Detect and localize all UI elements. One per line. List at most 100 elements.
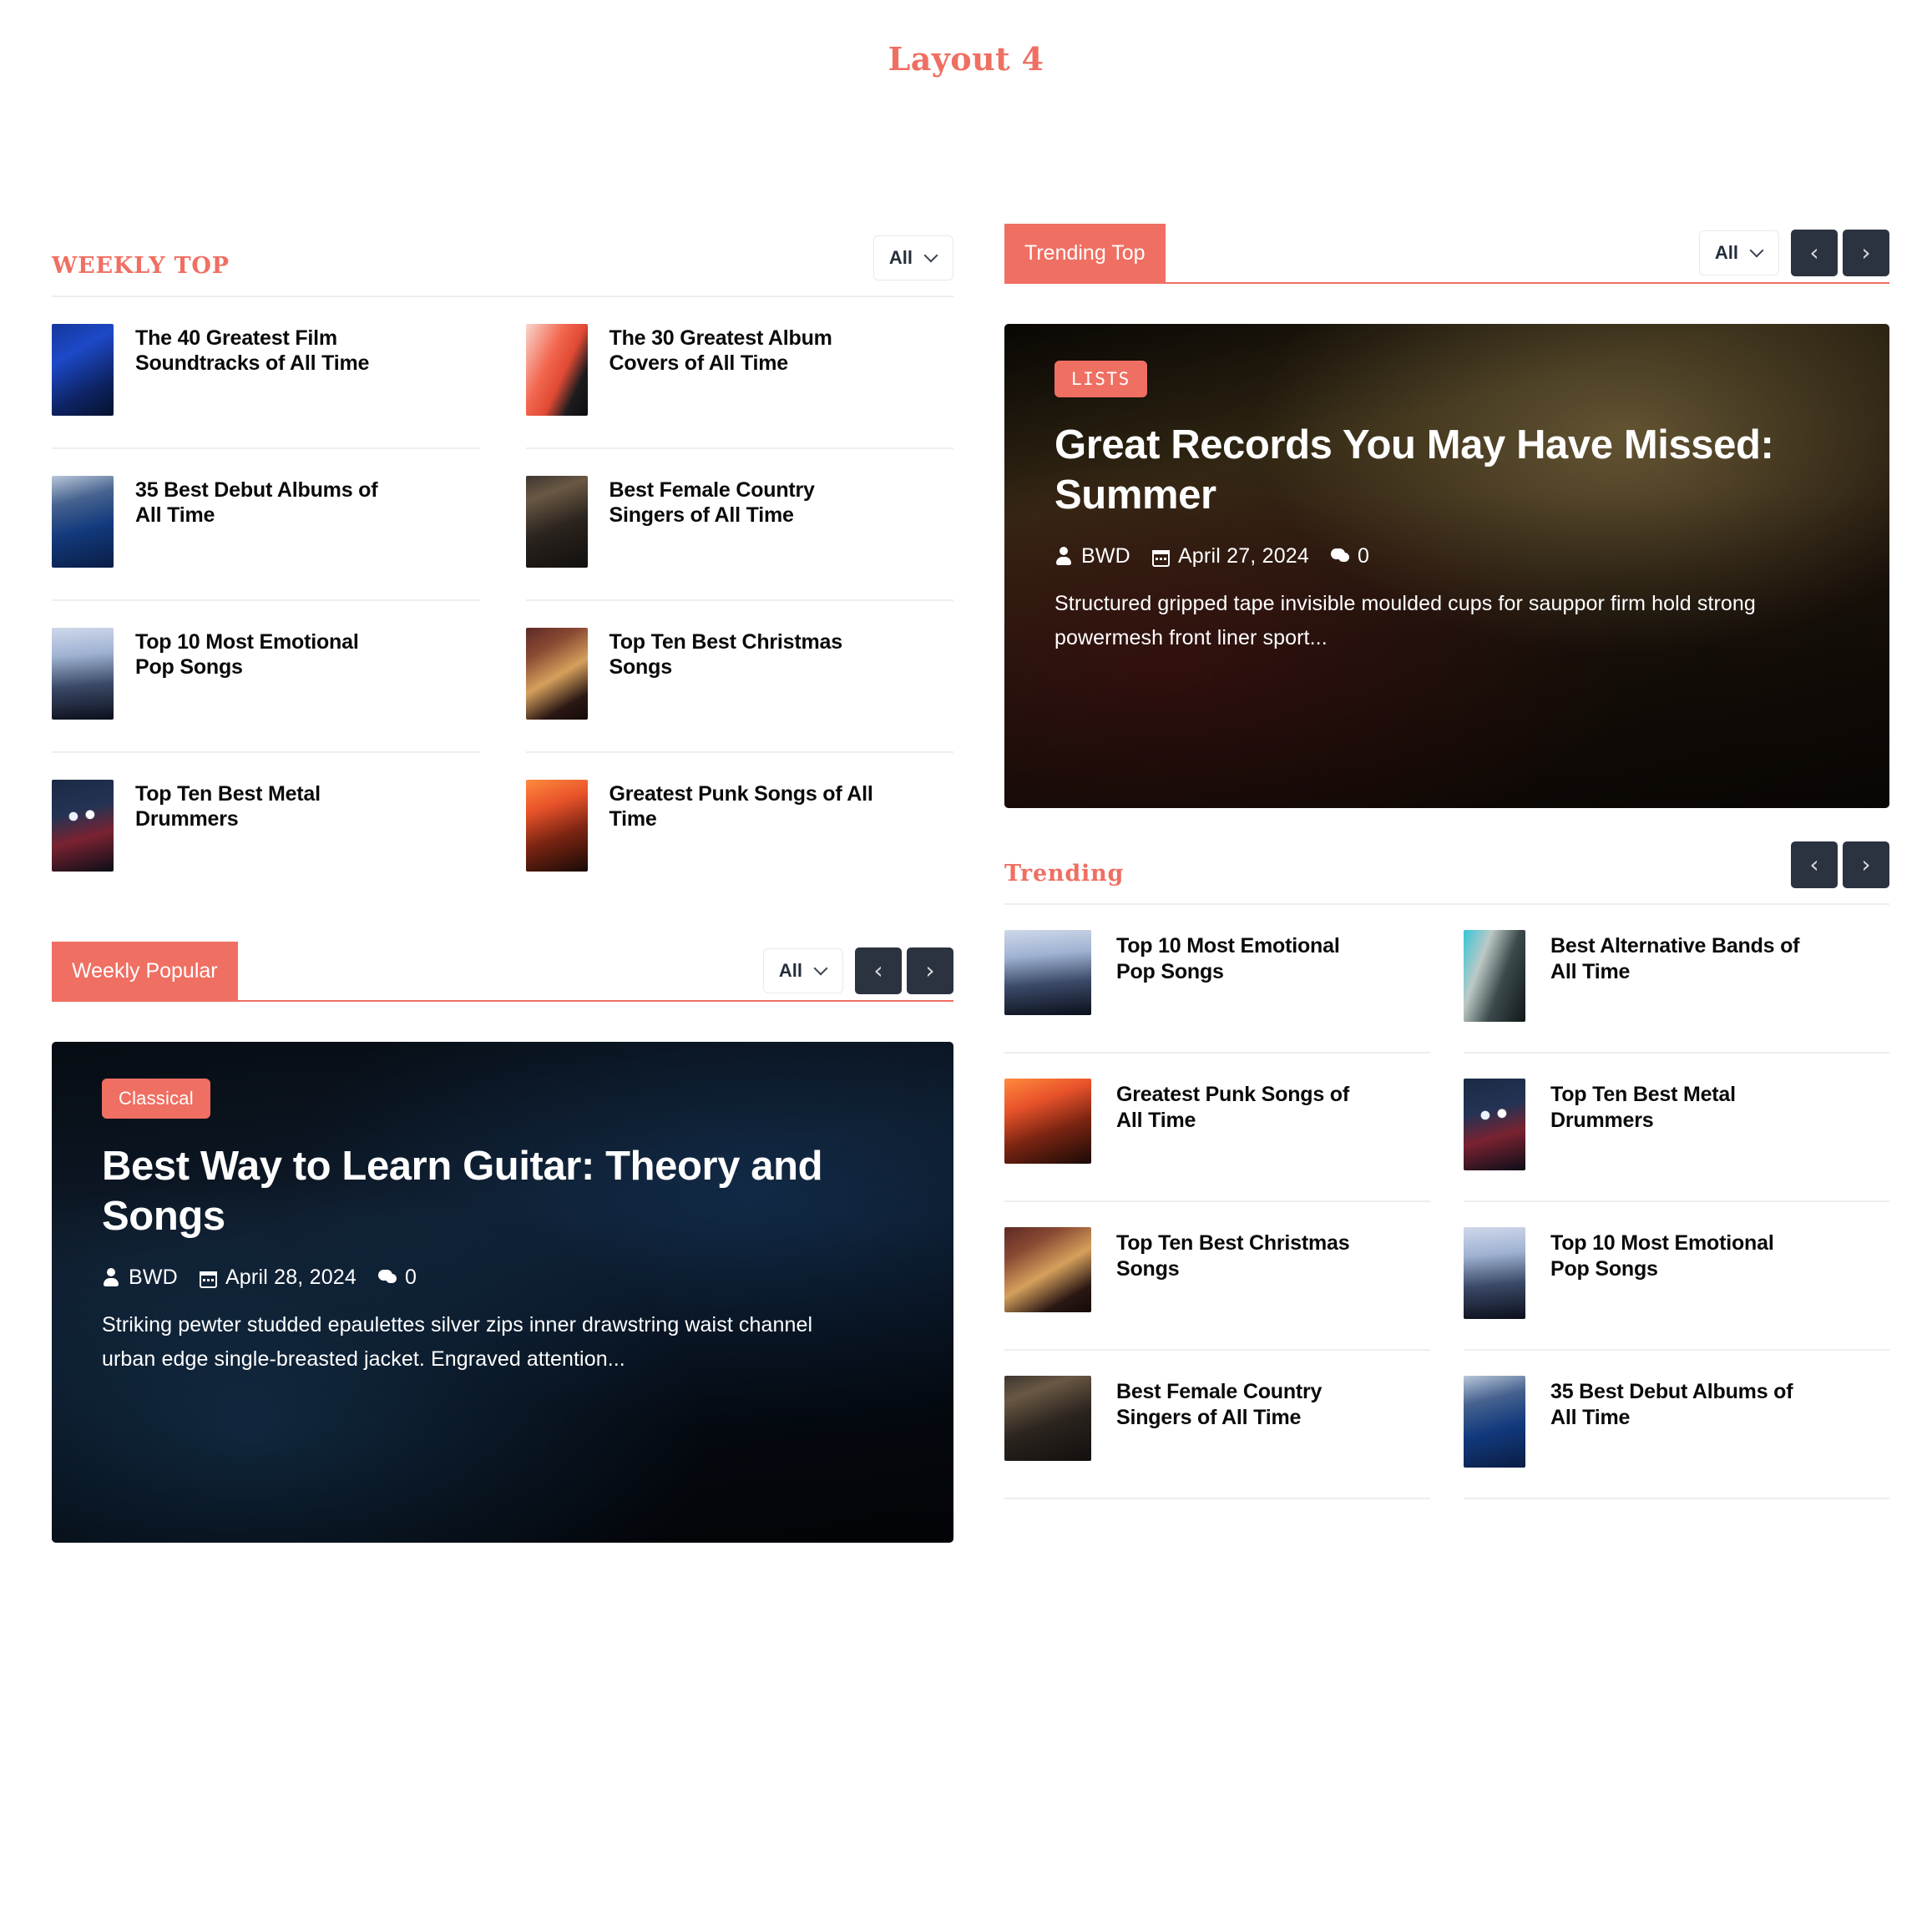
hero-comments: 0 <box>1331 544 1369 568</box>
calendar-icon <box>1151 550 1170 568</box>
hero-date: April 28, 2024 <box>199 1266 357 1290</box>
trending-top-filter-value: All <box>1714 242 1738 263</box>
article-title: Top Ten Best Christmas Songs <box>1116 1231 1350 1281</box>
article-thumbnail <box>52 628 114 720</box>
trending-header: Trending ‹ › <box>1004 831 1889 888</box>
article-thumbnail <box>1464 1079 1525 1170</box>
trending-top-nav: ‹ › <box>1791 230 1889 276</box>
hero-author: BWD <box>1055 544 1130 568</box>
weekly-popular-divider <box>52 1000 953 1002</box>
prev-button[interactable]: ‹ <box>1791 841 1838 888</box>
hero-comment-count: 0 <box>1358 543 1370 568</box>
list-item[interactable]: Top 10 Most Emotional Pop Songs <box>1464 1202 1889 1351</box>
article-thumbnail <box>1004 1227 1091 1312</box>
hero-comment-count: 0 <box>405 1265 417 1289</box>
chevron-down-icon <box>814 962 827 975</box>
trending-top-hero-card[interactable]: LISTS Great Records You May Have Missed:… <box>1004 324 1889 808</box>
trending-nav: ‹ › <box>1791 841 1889 888</box>
article-title: 35 Best Debut Albums of All Time <box>135 478 378 527</box>
hero-meta: BWD April 27, 2024 0 <box>1055 544 1846 568</box>
weekly-top-header: Weekly Top All <box>52 224 953 280</box>
weekly-top-filter-select[interactable]: All <box>872 235 953 280</box>
article-title: Top Ten Best Metal Drummers <box>1550 1083 1736 1132</box>
weekly-popular-nav: ‹ › <box>855 947 953 994</box>
weekly-popular-filter-select[interactable]: All <box>762 948 843 993</box>
next-button[interactable]: › <box>1843 841 1889 888</box>
trending-top-header: Trending Top All ‹ › <box>1004 224 1889 282</box>
list-item[interactable]: Top Ten Best Metal Drummers <box>52 753 480 903</box>
weekly-top-heading: Weekly Top <box>52 253 230 279</box>
article-title: Top 10 Most Emotional Pop Songs <box>1550 1231 1774 1281</box>
article-thumbnail <box>525 324 588 416</box>
prev-button[interactable]: ‹ <box>855 947 902 994</box>
trending-top-divider <box>1004 282 1889 284</box>
article-thumbnail <box>1004 930 1091 1015</box>
article-thumbnail <box>52 324 114 416</box>
hero-meta: BWD April 28, 2024 0 <box>102 1266 910 1290</box>
weekly-popular-hero-card[interactable]: Classical Best Way to Learn Guitar: Theo… <box>52 1042 953 1543</box>
trending-heading: Trending <box>1004 861 1125 887</box>
left-column: Weekly Top All The 40 Greatest Film Soun… <box>52 224 953 1543</box>
trending-top-filter-select[interactable]: All <box>1698 230 1779 275</box>
weekly-popular-controls: All ‹ › <box>762 947 953 994</box>
comment-icon <box>378 1267 397 1287</box>
list-item[interactable]: Top 10 Most Emotional Pop Songs <box>52 601 480 753</box>
hero-excerpt: Striking pewter studded epaulettes silve… <box>102 1312 813 1371</box>
chevron-down-icon <box>924 249 938 262</box>
list-item[interactable]: Top 10 Most Emotional Pop Songs <box>1004 905 1430 1054</box>
list-item[interactable]: Greatest Punk Songs of All Time <box>525 753 954 903</box>
article-title: Best Alternative Bands of All Time <box>1550 934 1800 983</box>
list-item[interactable]: 35 Best Debut Albums of All Time <box>1464 1351 1889 1499</box>
hero-content: LISTS Great Records You May Have Missed:… <box>1004 324 1889 694</box>
category-badge[interactable]: Classical <box>102 1079 210 1119</box>
article-thumbnail <box>525 628 588 720</box>
list-item[interactable]: Best Female Country Singers of All Time <box>525 449 953 601</box>
list-item[interactable]: Top Ten Best Metal Drummers <box>1464 1054 1889 1202</box>
weekly-popular-filter-value: All <box>778 960 802 981</box>
article-title: Top Ten Best Metal Drummers <box>135 782 321 831</box>
hero-author-name: BWD <box>1081 543 1130 568</box>
trending-top-tab[interactable]: Trending Top <box>1004 224 1166 282</box>
weekly-popular-tab[interactable]: Weekly Popular <box>52 942 238 1000</box>
hero-author-name: BWD <box>129 1265 178 1289</box>
article-title: Top 10 Most Emotional Pop Songs <box>1116 934 1340 983</box>
page-root: Layout 4 Weekly Top All The 40 Greatest … <box>0 0 1932 1905</box>
comment-icon <box>1331 546 1350 566</box>
user-icon <box>1055 546 1073 566</box>
article-title: Greatest Punk Songs of All Time <box>609 782 873 831</box>
article-title: Top 10 Most Emotional Pop Songs <box>135 630 359 679</box>
list-item[interactable]: Top Ten Best Christmas Songs <box>525 601 953 753</box>
article-title: 35 Best Debut Albums of All Time <box>1550 1380 1793 1429</box>
weekly-popular-header: Weekly Popular All ‹ › <box>52 942 953 1000</box>
weekly-top-filter-value: All <box>888 247 913 268</box>
list-item[interactable]: Best Female Country Singers of All Time <box>1004 1351 1430 1499</box>
article-title: Top Ten Best Christmas Songs <box>609 630 843 679</box>
article-title: Best Female Country Singers of All Time <box>609 478 815 527</box>
article-thumbnail <box>52 476 114 568</box>
category-badge[interactable]: LISTS <box>1055 361 1147 397</box>
article-title: The 30 Greatest Album Covers of All Time <box>609 326 832 375</box>
hero-title[interactable]: Best Way to Learn Guitar: Theory and Son… <box>102 1142 853 1242</box>
next-button[interactable]: › <box>907 947 953 994</box>
list-item[interactable]: Greatest Punk Songs of All Time <box>1004 1054 1430 1202</box>
list-item[interactable]: The 40 Greatest Film Soundtracks of All … <box>52 297 480 449</box>
hero-date: April 27, 2024 <box>1151 544 1309 568</box>
article-thumbnail <box>1464 930 1525 1022</box>
weekly-top-list: The 40 Greatest Film Soundtracks of All … <box>52 297 953 903</box>
hero-comments: 0 <box>378 1266 417 1290</box>
trending-controls: ‹ › <box>1791 841 1889 888</box>
list-item[interactable]: 35 Best Debut Albums of All Time <box>52 449 480 601</box>
hero-title[interactable]: Great Records You May Have Missed: Summe… <box>1055 421 1806 521</box>
right-column: Trending Top All ‹ › LISTS Great Records… <box>1004 224 1889 1499</box>
article-title: Greatest Punk Songs of All Time <box>1116 1083 1349 1132</box>
hero-excerpt: Structured gripped tape invisible moulde… <box>1055 591 1756 649</box>
list-item[interactable]: Best Alternative Bands of All Time <box>1464 905 1889 1054</box>
list-item[interactable]: Top Ten Best Christmas Songs <box>1004 1202 1430 1351</box>
article-thumbnail <box>1004 1079 1091 1164</box>
list-item[interactable]: The 30 Greatest Album Covers of All Time <box>525 297 953 449</box>
article-thumbnail <box>1464 1227 1525 1319</box>
article-title: The 40 Greatest Film Soundtracks of All … <box>135 326 370 375</box>
next-button[interactable]: › <box>1843 230 1889 276</box>
prev-button[interactable]: ‹ <box>1791 230 1838 276</box>
hero-content: Classical Best Way to Learn Guitar: Theo… <box>52 1042 953 1415</box>
